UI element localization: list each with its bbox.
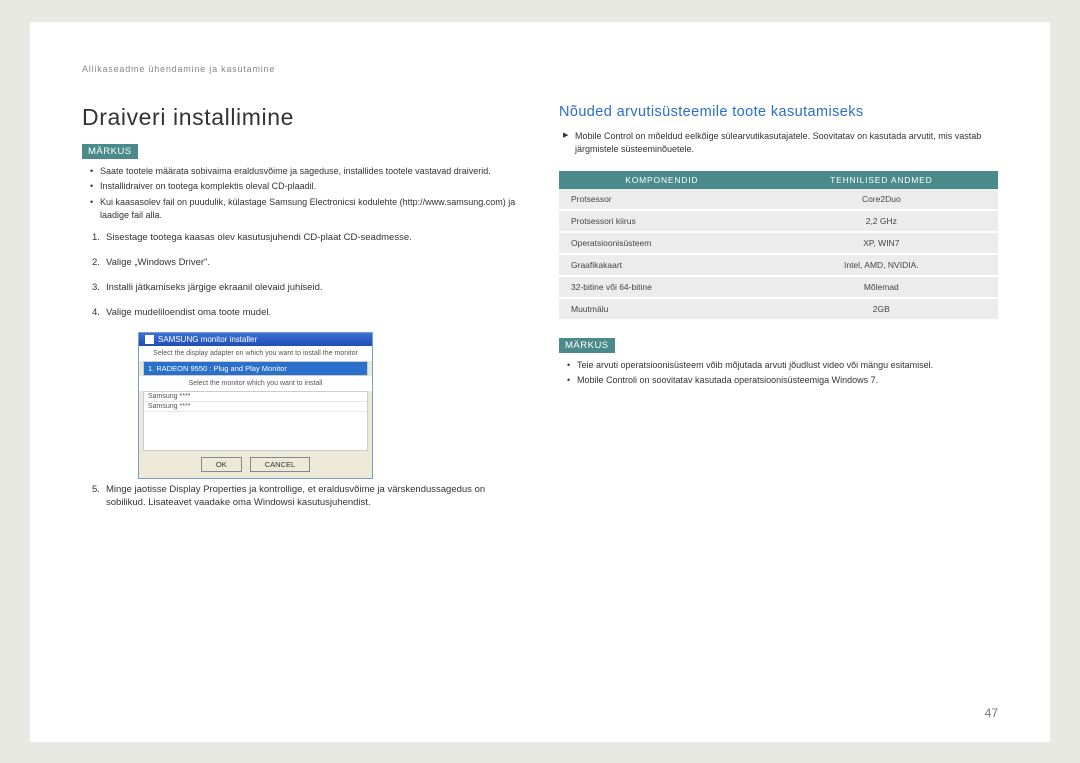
step-item: Minge jaotisse Display Properties ja kon… [92,483,521,510]
dialog-icon [145,335,154,344]
note-badge-right: MÄRKUS [559,338,615,353]
section-title-left: Draiveri installimine [82,104,521,131]
dialog-instruction-2: Select the monitor which you want to ins… [139,376,372,391]
dialog-instruction-1: Select the display adapter on which you … [139,346,372,361]
section-title-right: Nõuded arvutisüsteemile toote kasutamise… [559,104,998,120]
cancel-button[interactable]: CANCEL [250,457,310,472]
table-row: Muutmälu2GB [559,298,998,320]
table-header: TEHNILISED ANDMED [765,171,998,189]
note-item: Mobile Controli on soovitatav kasutada o… [569,374,998,388]
step-item: Sisestage tootega kaasas olev kasutusjuh… [92,231,521,244]
table-header: KOMPONENDID [559,171,765,189]
step-item: Valige mudeliloendist oma toote mudel. [92,306,521,319]
intro-item: Mobile Control on mõeldud eelkõige sülea… [565,130,998,157]
spec-table: KOMPONENDID TEHNILISED ANDMED Protsessor… [559,171,998,321]
step-item: Valige „Windows Driver". [92,256,521,269]
page: Allikaseadme ühendamine ja kasutamine Dr… [30,22,1050,742]
list-item[interactable]: Samsung **** [144,402,367,412]
dialog-title-bar: SAMSUNG monitor installer [139,333,372,346]
left-column: Draiveri installimine MÄRKUS Saate toote… [82,104,521,522]
steps-list: Sisestage tootega kaasas olev kasutusjuh… [82,231,521,320]
step-item: Installi jätkamiseks järgige ekraanil ol… [92,281,521,294]
page-number: 47 [985,706,998,720]
steps-list-cont: Minge jaotisse Display Properties ja kon… [82,483,521,510]
columns: Draiveri installimine MÄRKUS Saate toote… [82,104,998,522]
table-row: Protsessori kiirus2,2 GHz [559,210,998,232]
table-row: OperatsioonisüsteemXP, WIN7 [559,232,998,254]
dialog-button-row: OK CANCEL [139,451,372,478]
note-badge-left: MÄRKUS [82,144,138,159]
dialog-title-text: SAMSUNG monitor installer [158,335,257,344]
note-list-right: Teie arvuti operatsioonisüsteem võib mõj… [559,359,998,388]
dialog-selected-adapter[interactable]: 1. RADEON 9550 : Plug and Play Monitor [144,362,367,375]
installer-dialog: SAMSUNG monitor installer Select the dis… [138,332,373,479]
header-breadcrumb: Allikaseadme ühendamine ja kasutamine [82,64,998,74]
list-item[interactable]: Samsung **** [144,392,367,402]
table-row: 32-bitine või 64-bitineMõlemad [559,276,998,298]
note-item: Saate tootele määrata sobivaima eraldusv… [92,165,521,179]
table-row: GraafikakaartIntel, AMD, NVIDIA. [559,254,998,276]
table-row: ProtsessorCore2Duo [559,189,998,210]
ok-button[interactable]: OK [201,457,242,472]
note-item: Kui kaasasolev fail on puudulik, külasta… [92,196,521,223]
note-item: Teie arvuti operatsioonisüsteem võib mõj… [569,359,998,373]
note-item: Installidraiver on tootega komplektis ol… [92,180,521,194]
intro-list: Mobile Control on mõeldud eelkõige sülea… [559,130,998,157]
right-column: Nõuded arvutisüsteemile toote kasutamise… [559,104,998,522]
note-list-left: Saate tootele määrata sobivaima eraldusv… [82,165,521,223]
dialog-monitor-list[interactable]: Samsung **** Samsung **** [143,391,368,451]
